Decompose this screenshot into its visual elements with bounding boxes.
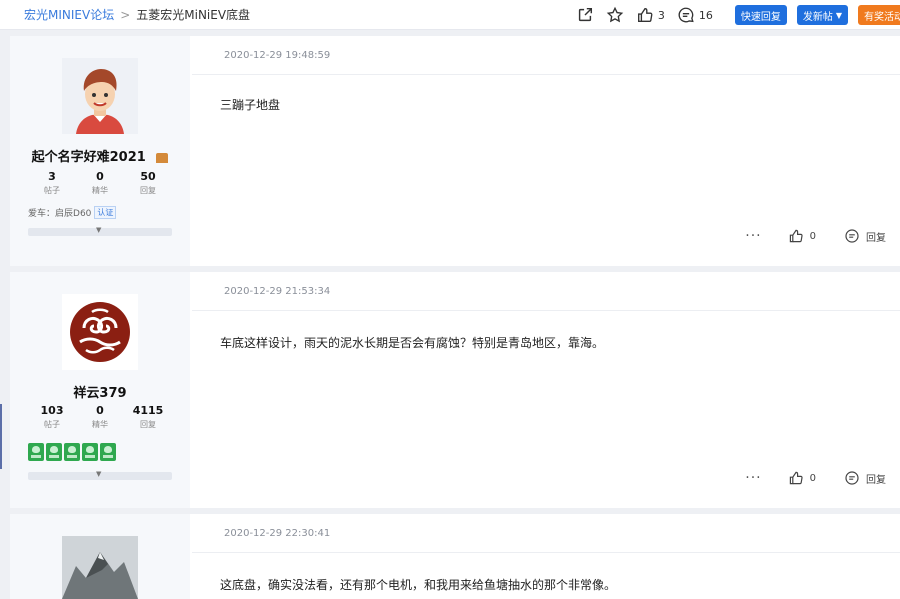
vip-house-icon — [156, 152, 169, 163]
post-main: 2020-12-29 21:53:34 车底这样设计，雨天的泥水长期是否会有腐蚀… — [192, 272, 900, 508]
comment-icon — [678, 7, 694, 23]
share-icon — [578, 7, 592, 22]
quick-reply-button[interactable]: 快速回复 — [734, 5, 787, 25]
stat-value: 103 — [40, 404, 64, 417]
like-button[interactable]: 3 — [636, 6, 665, 24]
stat-elite: 0 精华 — [76, 170, 124, 196]
comment-button[interactable]: 16 — [677, 6, 713, 24]
avatar[interactable] — [62, 58, 138, 134]
stat-label: 精华 — [92, 186, 108, 195]
car-info: 爱车： 启辰D60 认证 — [28, 206, 117, 219]
author-panel — [10, 514, 190, 599]
stat-label: 帖子 — [44, 420, 60, 429]
avatar[interactable] — [62, 536, 138, 599]
post-like-button[interactable]: 0 — [788, 228, 816, 244]
breadcrumb-current: 五菱宏光MiNiEV底盘 — [136, 8, 251, 22]
stat-posts: 3 帖子 — [28, 170, 76, 196]
author-panel: 起个名字好难2021 3 帖子 0 精华 50 回复 爱车： 启辰D60 认证 … — [10, 36, 190, 266]
post-reply-label: 回复 — [866, 474, 886, 486]
scroll-indicator — [0, 404, 2, 469]
car-verified-tag: 认证 — [94, 206, 117, 219]
comment-count: 16 — [698, 8, 713, 22]
more-options-button[interactable]: ··· — [745, 228, 761, 244]
thumbs-up-icon — [637, 8, 653, 22]
car-model[interactable]: 启辰D60 — [55, 206, 91, 219]
post-actions: ··· 0 回复 — [745, 228, 886, 244]
post-content: 三蹦子地盘 — [220, 98, 281, 112]
post-reply-button[interactable]: 回复 — [844, 228, 886, 244]
avatar[interactable] — [62, 294, 138, 370]
stat-label: 回复 — [140, 186, 156, 195]
medal-badge-icon[interactable] — [64, 443, 80, 461]
post-content: 车底这样设计，雨天的泥水长期是否会有腐蚀？特别是青岛地区，靠海。 — [220, 336, 605, 350]
thumbs-up-icon — [789, 229, 803, 243]
post-actions: ··· 0 回复 — [745, 470, 886, 486]
stat-label: 精华 — [92, 420, 108, 429]
medal-badge-icon[interactable] — [100, 443, 116, 461]
post-reply-button[interactable]: 回复 — [844, 470, 886, 486]
stat-value: 50 — [140, 170, 156, 183]
new-post-label: 发新帖 — [802, 11, 833, 23]
medal-badge-icon[interactable] — [82, 443, 98, 461]
medal-badges — [28, 443, 118, 461]
star-icon — [606, 6, 624, 23]
expand-author-button[interactable]: ▼ — [28, 470, 172, 480]
author-stats: 103 帖子 0 精华 4115 回复 — [28, 404, 172, 430]
stat-value: 0 — [96, 170, 104, 183]
chevron-down-icon: ▼ — [96, 470, 102, 478]
reply-icon — [845, 229, 859, 243]
favorite-button[interactable] — [606, 6, 624, 24]
post-reply-label: 回复 — [866, 232, 886, 244]
new-post-button[interactable]: 发新帖 ▼ — [796, 5, 848, 25]
stat-value: 0 — [96, 404, 104, 417]
post-timestamp: 2020-12-29 22:30:41 — [224, 528, 331, 539]
car-label: 爱车： — [28, 209, 56, 219]
post-1: 起个名字好难2021 3 帖子 0 精华 50 回复 爱车： 启辰D60 认证 … — [10, 36, 900, 266]
stat-value: 3 — [48, 170, 56, 183]
stat-elite: 0 精华 — [76, 404, 124, 430]
post-main: 2020-12-29 19:48:59 三蹦子地盘 ··· 0 回复 — [192, 36, 900, 266]
expand-author-button[interactable]: ▼ — [28, 226, 172, 236]
breadcrumb-forum-link[interactable]: 宏光MINIEV论坛 — [24, 6, 114, 23]
username-text: 起个名字好难2021 — [31, 150, 146, 165]
top-actions: 3 16 快速回复 发新帖 ▼ 有奖活动 — [576, 0, 900, 30]
post-like-count: 0 — [809, 472, 816, 484]
stat-posts: 103 帖子 — [28, 404, 76, 430]
divider — [192, 552, 900, 553]
divider — [192, 310, 900, 311]
post-3: 2020-12-29 22:30:41 这底盘，确实没法看，还有那个电机，和我用… — [10, 514, 900, 599]
post-main: 2020-12-29 22:30:41 这底盘，确实没法看，还有那个电机，和我用… — [192, 514, 900, 599]
stat-value: 4115 — [132, 404, 164, 417]
username[interactable]: 起个名字好难2021 — [10, 146, 190, 165]
medal-badge-icon[interactable] — [46, 443, 62, 461]
chevron-down-icon: ▼ — [835, 10, 842, 20]
post-like-count: 0 — [809, 230, 816, 242]
reply-icon — [845, 471, 859, 485]
breadcrumb-separator: > — [120, 7, 131, 22]
medal-badge-icon[interactable] — [28, 443, 44, 461]
more-options-button[interactable]: ··· — [745, 470, 761, 486]
post-timestamp: 2020-12-29 21:53:34 — [224, 286, 331, 297]
author-panel: 祥云379 103 帖子 0 精华 4115 回复 ▼ — [10, 272, 190, 508]
top-bar: 宏光MINIEV论坛 > 五菱宏光MiNiEV底盘 3 16 快速回复 发新帖 … — [0, 0, 900, 30]
share-button[interactable] — [576, 6, 594, 24]
breadcrumb: 宏光MINIEV论坛 > 五菱宏光MiNiEV底盘 — [24, 6, 250, 23]
stat-label: 回复 — [140, 420, 156, 429]
stat-replies: 4115 回复 — [124, 404, 172, 430]
thumbs-up-icon — [789, 471, 803, 485]
divider — [192, 74, 900, 75]
stat-replies: 50 回复 — [124, 170, 172, 196]
stat-label: 帖子 — [44, 186, 60, 195]
post-timestamp: 2020-12-29 19:48:59 — [224, 50, 331, 61]
post-2: 祥云379 103 帖子 0 精华 4115 回复 ▼ 2020-12-29 2… — [10, 272, 900, 508]
post-like-button[interactable]: 0 — [788, 470, 816, 486]
like-count: 3 — [657, 8, 665, 22]
username[interactable]: 祥云379 — [10, 382, 190, 401]
post-content: 这底盘，确实没法看，还有那个电机，和我用来给鱼塘抽水的那个非常像。 — [220, 578, 617, 592]
author-stats: 3 帖子 0 精华 50 回复 — [28, 170, 172, 196]
activity-button[interactable]: 有奖活动 — [858, 5, 900, 25]
chevron-down-icon: ▼ — [96, 226, 102, 234]
